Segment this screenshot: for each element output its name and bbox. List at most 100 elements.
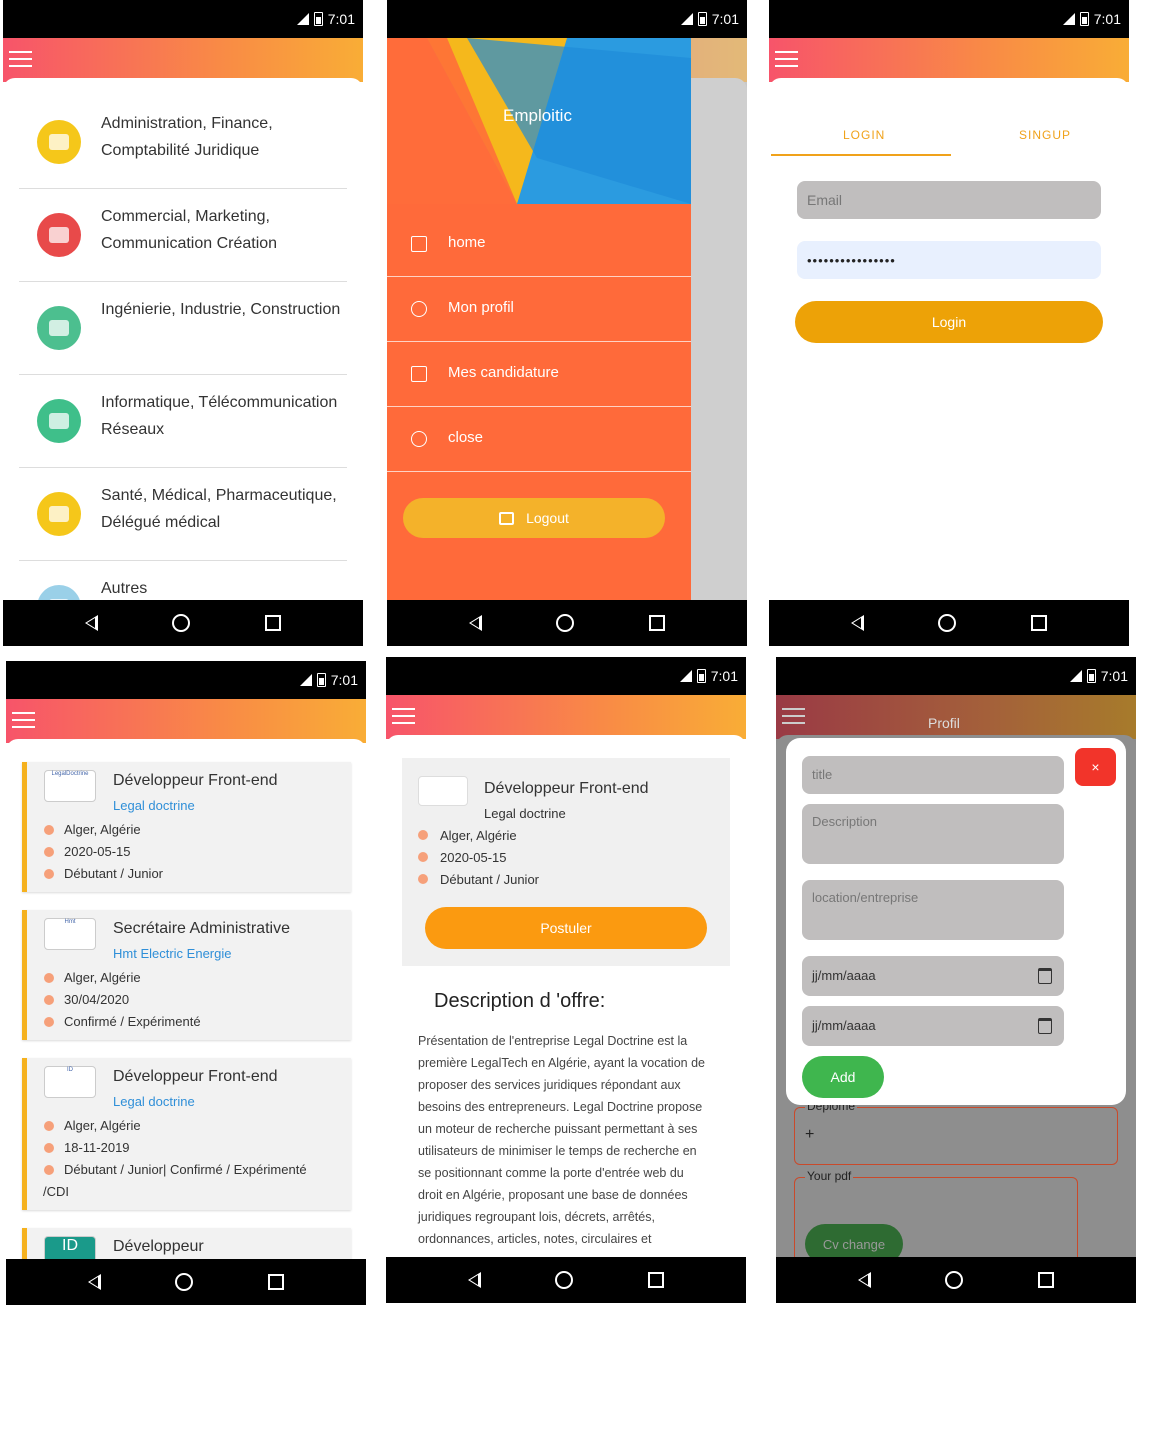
back-icon[interactable] bbox=[469, 615, 483, 631]
back-icon[interactable] bbox=[858, 1272, 872, 1288]
screen-drawer: 7:01 Emploitic home Mon profil Mes candida… bbox=[387, 0, 747, 646]
home-circle-icon[interactable] bbox=[175, 1273, 194, 1291]
home-circle-icon[interactable] bbox=[945, 1271, 964, 1289]
status-bar: 7:01 bbox=[3, 0, 363, 38]
description-input[interactable]: Description bbox=[802, 804, 1064, 864]
add-button[interactable]: Add bbox=[802, 1056, 884, 1098]
tab-signup[interactable]: SINGUP bbox=[1019, 128, 1071, 142]
app-bar bbox=[3, 38, 363, 82]
job-title: Secrétaire Administrative bbox=[113, 920, 290, 937]
drawer-item-label: Mon profil bbox=[448, 299, 514, 316]
menu-icon[interactable] bbox=[392, 708, 415, 724]
job-card[interactable]: ID Développeur Front-end Legal doctrine … bbox=[22, 1058, 351, 1210]
back-icon[interactable] bbox=[851, 615, 865, 631]
clock: 7:01 bbox=[710, 668, 738, 684]
recents-icon[interactable] bbox=[264, 615, 281, 631]
add-experience-modal: title Description location/entreprise jj… bbox=[786, 738, 1126, 1105]
job-card[interactable]: LegalDoctrine Développeur Front-end Lega… bbox=[22, 762, 351, 892]
job-company[interactable]: Legal doctrine bbox=[113, 1094, 195, 1109]
close-modal-button[interactable]: × bbox=[1075, 748, 1116, 786]
start-date-input[interactable]: jj/mm/aaaa bbox=[802, 956, 1064, 996]
password-field[interactable]: •••••••••••••••• bbox=[797, 241, 1101, 279]
calendar-icon[interactable] bbox=[1038, 968, 1052, 984]
recents-icon[interactable] bbox=[647, 1272, 664, 1288]
job-location: Alger, Algérie bbox=[44, 822, 141, 837]
job-company: Legal doctrine bbox=[484, 806, 566, 821]
tab-login[interactable]: LOGIN bbox=[843, 128, 885, 142]
back-icon[interactable] bbox=[88, 1274, 102, 1290]
job-date: 2020-05-15 bbox=[418, 850, 507, 865]
signal-icon bbox=[1062, 13, 1075, 25]
job-card[interactable]: ID Développeur bbox=[22, 1228, 351, 1259]
menu-icon[interactable] bbox=[775, 51, 798, 67]
menu-icon[interactable] bbox=[782, 708, 805, 724]
job-summary: Développeur Front-end Legal doctrine Alg… bbox=[402, 758, 730, 966]
drawer-item-mon-profil[interactable]: Mon profil bbox=[387, 277, 691, 342]
location-icon bbox=[44, 825, 54, 835]
menu-icon[interactable] bbox=[12, 712, 35, 728]
email-field[interactable]: Email bbox=[797, 181, 1101, 219]
category-item[interactable]: Santé, Médical, Pharmaceutique, Délégué … bbox=[19, 468, 347, 561]
system-nav bbox=[6, 1259, 366, 1305]
logout-button[interactable]: Logout bbox=[403, 498, 665, 538]
clock: 7:01 bbox=[330, 672, 358, 688]
drawer-item-close[interactable]: close bbox=[387, 407, 691, 472]
recents-icon[interactable] bbox=[648, 615, 665, 631]
back-icon[interactable] bbox=[468, 1272, 482, 1288]
category-item[interactable]: Informatique, Télécommunication Réseaux bbox=[19, 375, 347, 468]
job-level: Confirmé / Expérimenté bbox=[44, 1014, 201, 1029]
battery-icon bbox=[1079, 12, 1089, 26]
person-icon bbox=[418, 874, 428, 884]
description-line: juridiques regroupant lois, décrets, arr… bbox=[418, 1210, 655, 1224]
location-icon bbox=[44, 973, 54, 983]
job-location: Alger, Algérie bbox=[44, 970, 141, 985]
login-button[interactable]: Login bbox=[795, 301, 1103, 343]
calendar-icon[interactable] bbox=[1038, 1018, 1052, 1034]
title-input[interactable]: title bbox=[802, 756, 1064, 794]
drawer-item-home[interactable]: home bbox=[387, 212, 691, 277]
home-circle-icon[interactable] bbox=[556, 614, 575, 632]
pdf-field[interactable]: Your pdf Cv change bbox=[794, 1169, 1078, 1269]
apply-button[interactable]: Postuler bbox=[425, 907, 707, 949]
clock-icon bbox=[44, 995, 54, 1005]
recents-icon[interactable] bbox=[267, 1274, 284, 1290]
company-logo: Hmt bbox=[44, 918, 96, 950]
category-label: Commercial, Marketing, Communication Cré… bbox=[101, 208, 278, 252]
back-icon[interactable] bbox=[85, 615, 99, 631]
end-date-input[interactable]: jj/mm/aaaa bbox=[802, 1006, 1064, 1046]
diploma-field[interactable]: Deplome + bbox=[794, 1099, 1118, 1165]
category-item[interactable]: Ingénierie, Industrie, Construction bbox=[19, 282, 347, 375]
recents-icon[interactable] bbox=[1037, 1272, 1054, 1288]
status-bar: 7:01 bbox=[776, 657, 1136, 695]
system-nav bbox=[776, 1257, 1136, 1303]
job-list: LegalDoctrine Développeur Front-end Lega… bbox=[6, 739, 366, 1259]
job-company[interactable]: Legal doctrine bbox=[113, 798, 195, 813]
home-circle-icon[interactable] bbox=[172, 614, 191, 632]
category-label: Santé, Médical, Pharmaceutique, Délégué … bbox=[101, 487, 337, 531]
battery-icon bbox=[696, 669, 706, 683]
description-heading: Description d 'offre: bbox=[434, 990, 606, 1012]
add-diploma-icon[interactable]: + bbox=[805, 1126, 814, 1144]
job-company[interactable]: Hmt Electric Energie bbox=[113, 946, 231, 961]
location-input[interactable]: location/entreprise bbox=[802, 880, 1064, 940]
drawer-item-label: home bbox=[448, 234, 486, 251]
job-date: 18-11-2019 bbox=[44, 1140, 130, 1155]
trolley-icon bbox=[37, 306, 81, 350]
home-circle-icon[interactable] bbox=[555, 1271, 574, 1289]
category-item[interactable]: Commercial, Marketing, Communication Cré… bbox=[19, 189, 347, 282]
monitor-icon bbox=[37, 399, 81, 443]
company-logo bbox=[418, 776, 468, 806]
drawer-item-mes-candidature[interactable]: Mes candidature bbox=[387, 342, 691, 407]
category-item[interactable]: Administration, Finance, Comptabilité Ju… bbox=[19, 96, 347, 189]
company-logo: LegalDoctrine bbox=[44, 770, 96, 802]
job-title: Développeur Front-end bbox=[113, 1068, 278, 1085]
app-bar: Profil bbox=[776, 695, 1136, 739]
home-circle-icon[interactable] bbox=[938, 614, 957, 632]
menu-icon[interactable] bbox=[9, 51, 32, 67]
recents-icon[interactable] bbox=[1030, 615, 1047, 631]
job-level: Débutant / Junior| Confirmé / Expériment… bbox=[44, 1162, 307, 1177]
heart-icon bbox=[37, 492, 81, 536]
battery-icon bbox=[316, 673, 326, 687]
drawer-item-label: close bbox=[448, 429, 484, 446]
job-card[interactable]: Hmt Secrétaire Administrative Hmt Electr… bbox=[22, 910, 351, 1040]
